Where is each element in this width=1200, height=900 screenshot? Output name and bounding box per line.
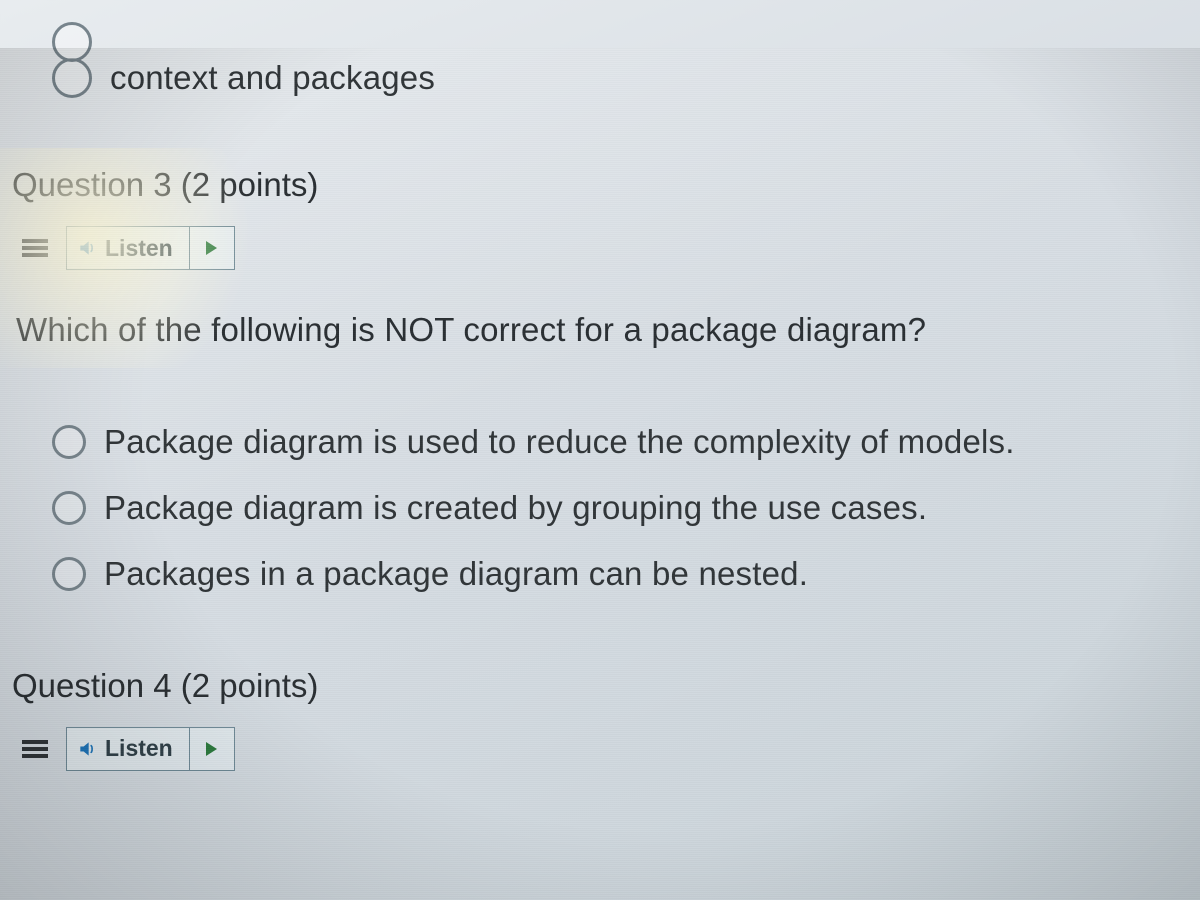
listen-play-button[interactable] [190,728,234,770]
radio-button[interactable] [52,58,92,98]
option-row[interactable]: Package diagram is used to reduce the co… [52,409,1190,475]
play-icon [206,742,217,756]
question-number: 3 [153,166,171,203]
radio-button[interactable] [52,425,86,459]
question-points: (2 points) [181,166,319,203]
previous-question-radio-partial[interactable] [52,22,92,62]
speaker-icon [77,739,97,759]
play-icon [206,241,217,255]
question-number: 4 [153,667,171,704]
listen-play-button[interactable] [190,227,234,269]
speaker-icon [77,238,97,258]
listen-label: Listen [105,735,173,762]
prev-question-option-row[interactable]: context and packages [52,48,1190,108]
option-label: Package diagram is created by grouping t… [104,489,927,527]
prev-question-option-label: context and packages [110,59,435,97]
question-3-block: Question 3 (2 points) Listen [10,166,1190,607]
option-label: Packages in a package diagram can be nes… [104,555,808,593]
question-4-header: Question 4 (2 points) [10,667,1190,705]
listen-button[interactable]: Listen [67,227,190,269]
question-prefix: Question [12,667,144,704]
listen-button[interactable]: Listen [67,728,190,770]
listen-toolbar: Listen [12,226,1190,270]
option-label: Package diagram is used to reduce the co… [104,423,1015,461]
question-3-header: Question 3 (2 points) [10,166,1190,204]
question-3-options: Package diagram is used to reduce the co… [10,409,1190,607]
radio-button[interactable] [52,491,86,525]
radio-button[interactable] [52,557,86,591]
listen-label: Listen [105,235,173,262]
question-4-block: Question 4 (2 points) Listen [10,667,1190,771]
question-points: (2 points) [181,667,319,704]
listen-menu-button[interactable] [12,727,58,771]
quiz-page: context and packages Question 3 (2 point… [0,48,1200,900]
listen-toolbar: Listen [12,727,1190,771]
question-3-prompt: Which of the following is NOT correct fo… [16,308,1190,353]
hamburger-icon [22,239,48,257]
hamburger-icon [22,740,48,758]
question-prefix: Question [12,166,144,203]
option-row[interactable]: Packages in a package diagram can be nes… [52,541,1190,607]
option-row[interactable]: Package diagram is created by grouping t… [52,475,1190,541]
listen-menu-button[interactable] [12,226,58,270]
listen-box: Listen [66,727,235,771]
listen-box: Listen [66,226,235,270]
